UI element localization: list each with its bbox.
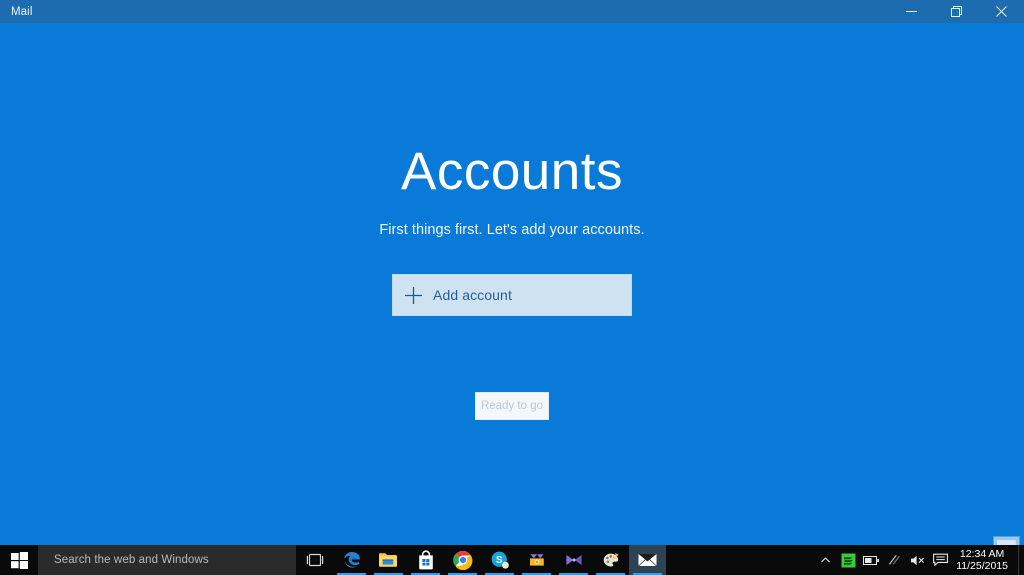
restore-icon <box>951 6 962 17</box>
mail-app-body: Accounts First things first. Let's add y… <box>0 23 1024 563</box>
mail-icon <box>638 554 657 567</box>
system-tray: 12:34 AM 11/25/2015 <box>814 545 1024 575</box>
taskbar-empty-area[interactable] <box>666 545 814 575</box>
paint-icon <box>603 553 619 567</box>
chevron-up-icon <box>821 556 831 562</box>
clock-date: 11/25/2015 <box>956 560 1008 572</box>
close-button[interactable] <box>979 0 1024 23</box>
store-icon <box>418 550 433 570</box>
taskbar-item-paint[interactable] <box>592 545 629 575</box>
search-input[interactable]: Search the web and Windows <box>38 545 296 575</box>
taskbar-item-photos[interactable] <box>518 545 555 575</box>
page-title: Accounts <box>400 142 623 201</box>
task-view-icon <box>306 553 323 567</box>
battery-icon <box>863 555 880 565</box>
minimize-button[interactable] <box>889 0 934 23</box>
search-placeholder: Search the web and Windows <box>54 554 209 566</box>
taskbar-item-store[interactable] <box>407 545 444 575</box>
window-title: Mail <box>11 5 33 18</box>
action-center-icon <box>933 553 949 567</box>
show-desktop-button[interactable] <box>1018 545 1024 575</box>
restore-button[interactable] <box>934 0 979 23</box>
add-account-button[interactable]: Add account <box>392 274 632 316</box>
google-chrome-icon <box>452 550 472 570</box>
svg-text:S: S <box>495 555 502 566</box>
plus-icon <box>393 274 433 316</box>
show-hidden-icons-button[interactable] <box>814 545 837 575</box>
taskbar-item-movies-tv[interactable] <box>555 545 592 575</box>
minimize-icon <box>906 11 917 12</box>
taskbar: Search the web and Windows S 12:34 AM 11… <box>0 545 1024 575</box>
close-icon <box>996 6 1007 17</box>
taskbar-item-skype[interactable]: S <box>481 545 518 575</box>
action-center-button[interactable] <box>929 545 952 575</box>
window-titlebar[interactable]: Mail <box>0 0 1024 23</box>
network-button[interactable] <box>883 545 906 575</box>
file-explorer-icon <box>379 553 397 567</box>
taskbar-item-google-chrome[interactable] <box>444 545 481 575</box>
taskbar-item-task-view[interactable] <box>296 545 333 575</box>
clock[interactable]: 12:34 AM 11/25/2015 <box>952 545 1018 575</box>
network-icon <box>888 555 901 565</box>
photos-icon <box>529 554 544 566</box>
nvidia-tray-icon-button[interactable] <box>837 545 860 575</box>
taskbar-items: S <box>296 545 666 575</box>
movies-tv-icon <box>565 555 582 565</box>
start-button[interactable] <box>0 545 38 575</box>
clock-time: 12:34 AM <box>959 548 1005 560</box>
battery-button[interactable] <box>860 545 883 575</box>
taskbar-item-microsoft-edge[interactable] <box>333 545 370 575</box>
ready-to-go-button[interactable]: Ready to go <box>475 392 549 420</box>
ready-to-go-label: Ready to go <box>480 400 543 412</box>
skype-icon: S <box>491 551 509 569</box>
volume-muted-icon <box>910 555 924 565</box>
screen: Mail Accounts First things first. Let's … <box>0 0 1024 575</box>
page-subtitle: First things first. Let's add your accou… <box>379 222 645 238</box>
taskbar-item-file-explorer[interactable] <box>370 545 407 575</box>
microsoft-edge-icon <box>343 552 360 568</box>
add-account-label: Add account <box>433 287 512 303</box>
taskbar-item-mail[interactable] <box>629 545 666 575</box>
accounts-setup-panel: Accounts First things first. Let's add y… <box>0 23 1024 420</box>
windows-logo-icon <box>10 551 28 569</box>
nvidia-icon <box>841 553 856 567</box>
volume-button[interactable] <box>906 545 929 575</box>
